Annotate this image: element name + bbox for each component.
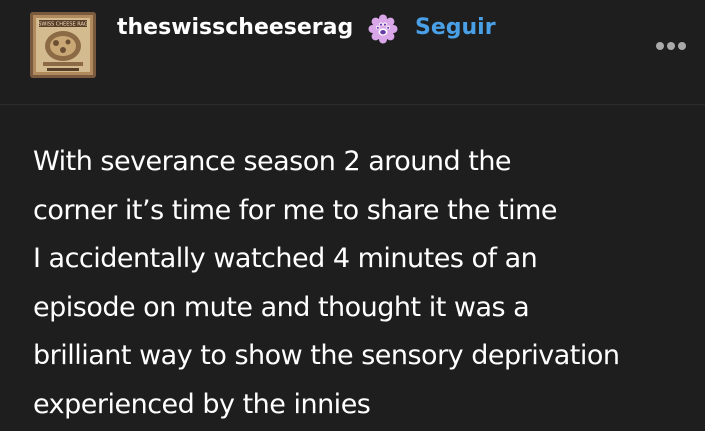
more-dot (656, 42, 664, 50)
more-options-icon[interactable] (652, 38, 688, 54)
paw-badge-icon[interactable] (367, 13, 399, 45)
avatar[interactable]: SWISS CHEESE RAG (30, 12, 96, 78)
more-dot (667, 42, 675, 50)
tumblr-post: SWISS CHEESE RAG theswisscheeserag Segui… (0, 0, 705, 431)
post-body-line: With severance season 2 around the (33, 146, 512, 177)
post-body-line: brilliant way to show the sensory depriv… (33, 340, 620, 371)
avatar-caption: SWISS CHEESE RAG (38, 22, 88, 28)
post-body: With severance season 2 around the corne… (33, 138, 698, 429)
post-body-line: experienced by the innies (33, 388, 371, 420)
avatar-image: SWISS CHEESE RAG (30, 12, 96, 78)
post-body-line: corner it’s time for me to share the tim… (33, 194, 558, 226)
post-header: SWISS CHEESE RAG theswisscheeserag Segui… (0, 0, 705, 105)
post-body-line: I accidentally watched 4 minutes of an (33, 243, 538, 274)
follow-button[interactable]: Seguir (415, 12, 496, 44)
username-link[interactable]: theswisscheeserag (117, 12, 353, 44)
post-body-line: episode on mute and thought it was a (33, 291, 530, 323)
more-dot (678, 42, 686, 50)
